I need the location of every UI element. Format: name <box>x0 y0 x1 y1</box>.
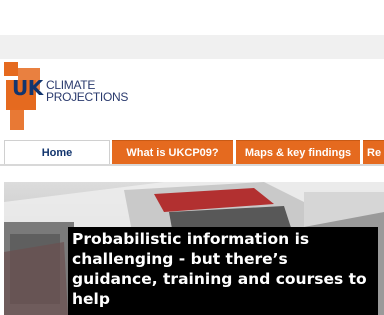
tab-next-truncated[interactable]: Re <box>363 140 384 165</box>
logo-wordmark: CLIMATE PROJECTIONS <box>46 79 128 103</box>
top-white-bar <box>0 0 384 35</box>
main-navigation: Home What is UKCP09? Maps & key findings… <box>0 140 384 165</box>
logo-uk-mark: UK <box>12 76 43 100</box>
utility-bar <box>0 35 384 59</box>
tab-maps-key-findings[interactable]: Maps & key findings <box>236 140 360 165</box>
hero-caption: Probabilistic information is challenging… <box>68 227 378 315</box>
nav-underline <box>0 164 384 166</box>
logo-line-projections: PROJECTIONS <box>46 90 129 104</box>
tab-home[interactable]: Home <box>4 140 110 165</box>
ukcp-logo[interactable]: UK CLIMATE PROJECTIONS <box>4 62 128 132</box>
hero-banner[interactable]: Probabilistic information is challenging… <box>4 182 384 315</box>
logo-square <box>10 108 24 130</box>
tab-what-is-ukcp09[interactable]: What is UKCP09? <box>112 140 233 165</box>
logo-square <box>4 62 18 76</box>
